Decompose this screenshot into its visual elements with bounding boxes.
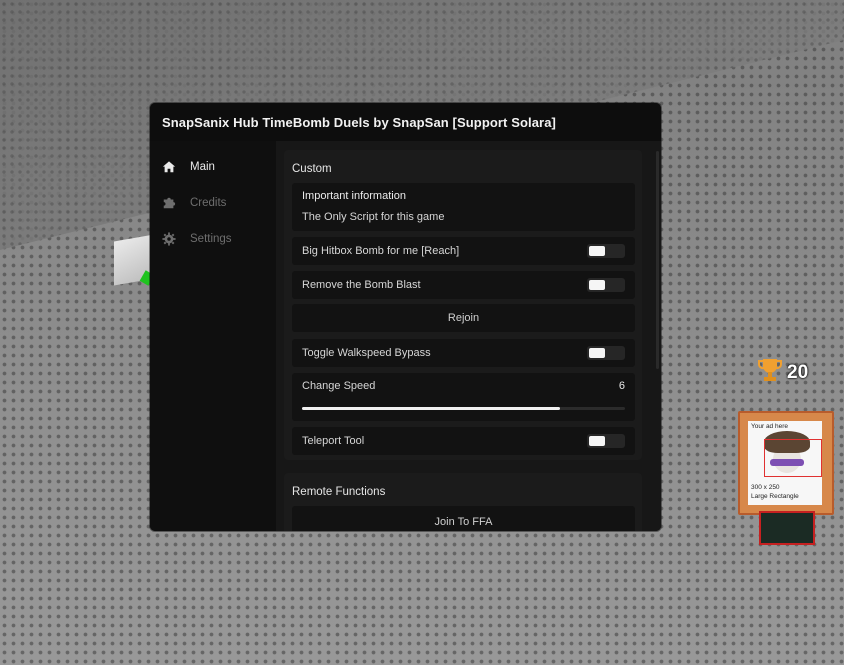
toggle-knob	[589, 436, 605, 446]
section-title: Remote Functions	[292, 486, 386, 498]
sidebar-item-main[interactable]: Main	[162, 157, 272, 177]
change-speed-label: Change Speed	[302, 380, 376, 392]
teleport-tool-toggle[interactable]	[587, 434, 625, 448]
info-card: Important information The Only Script fo…	[292, 183, 635, 231]
sidebar-item-label: Main	[190, 161, 215, 173]
title-bar[interactable]: SnapSanix Hub TimeBomb Duels by SnapSan …	[150, 103, 661, 141]
remove-blast-row[interactable]: Remove the Bomb Blast	[292, 271, 635, 299]
join-ffa-button[interactable]: Join To FFA	[292, 506, 635, 531]
hitbox-outline	[764, 439, 822, 477]
puzzle-icon	[163, 197, 176, 209]
hub-window: SnapSanix Hub TimeBomb Duels by SnapSan …	[150, 103, 661, 531]
big-hitbox-label: Big Hitbox Bomb for me [Reach]	[302, 245, 460, 257]
info-body: The Only Script for this game	[302, 211, 445, 223]
toggle-knob	[589, 280, 605, 290]
rejoin-label: Rejoin	[447, 312, 480, 324]
ad-panel: Your ad here 300 x 250 Large Rectangle	[748, 421, 822, 505]
window-title: SnapSanix Hub TimeBomb Duels by SnapSan …	[162, 115, 556, 130]
ad-type: Large Rectangle	[751, 493, 799, 500]
gear-icon	[162, 232, 176, 246]
ad-size: 300 x 250	[751, 484, 780, 491]
home-icon	[162, 161, 176, 173]
trophy-icon	[758, 359, 782, 381]
section-title: Custom	[292, 163, 332, 175]
walkspeed-bypass-toggle[interactable]	[587, 346, 625, 360]
sidebar-item-credits[interactable]: Credits	[162, 193, 272, 213]
join-ffa-label: Join To FFA	[434, 516, 493, 528]
sidebar: Main Credits Settings	[150, 141, 276, 531]
info-title: Important information	[302, 190, 406, 202]
walkspeed-bypass-row[interactable]: Toggle Walkspeed Bypass	[292, 339, 635, 367]
trophy-count: 20	[787, 362, 809, 383]
sidebar-item-label: Credits	[190, 197, 227, 209]
scrollbar[interactable]	[656, 151, 659, 369]
sidebar-item-label: Settings	[190, 233, 232, 245]
avatar-legs	[759, 511, 815, 545]
big-hitbox-toggle[interactable]	[587, 244, 625, 258]
sidebar-item-settings[interactable]: Settings	[162, 229, 272, 249]
speed-slider-fill	[302, 407, 561, 410]
teleport-tool-row[interactable]: Teleport Tool	[292, 427, 635, 455]
speed-slider[interactable]	[302, 407, 625, 410]
toggle-knob	[589, 246, 605, 256]
toggle-knob	[589, 348, 605, 358]
rejoin-button[interactable]: Rejoin	[292, 304, 635, 332]
ad-top-text: Your ad here	[751, 423, 788, 430]
remove-blast-toggle[interactable]	[587, 278, 625, 292]
ad-board: Your ad here 300 x 250 Large Rectangle	[738, 411, 834, 515]
walkspeed-bypass-label: Toggle Walkspeed Bypass	[302, 347, 431, 359]
teleport-tool-label: Teleport Tool	[302, 435, 365, 447]
content-panel[interactable]: Custom Important information The Only Sc…	[276, 141, 661, 531]
change-speed-row: Change Speed 6	[292, 373, 635, 421]
big-hitbox-row[interactable]: Big Hitbox Bomb for me [Reach]	[292, 237, 635, 265]
ad-bottom-text: 300 x 250 Large Rectangle	[751, 483, 799, 501]
speed-value: 6	[618, 380, 625, 392]
remove-blast-label: Remove the Bomb Blast	[302, 279, 421, 291]
